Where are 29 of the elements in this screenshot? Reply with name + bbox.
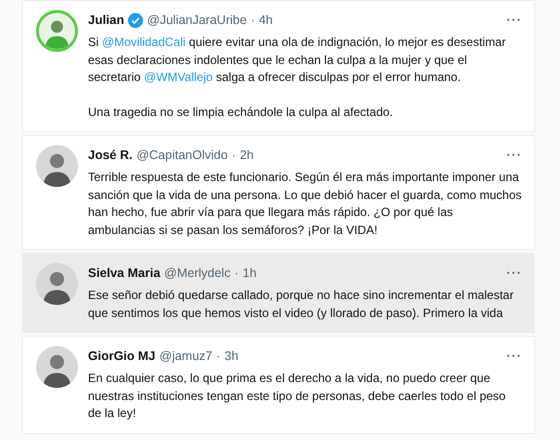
tweet-text: Terrible respuesta de este funcionario. Según él era más importante imponer una sanción que la vida de una persona. Lo que debió hacer el guarda, como muchos han hecho, fue abrir vía para que llegara más rápido. ¿O por qué las ambulancias si se pasan los semáforos? ¡Por la VIDA! xyxy=(88,169,522,238)
tweet-text: Una tragedia no se limpia echándole la culpa al afectado. xyxy=(88,104,394,120)
tweet-time[interactable]: 3h xyxy=(224,349,238,363)
separator-dot: · xyxy=(216,349,221,363)
more-button[interactable]: ··· xyxy=(506,148,522,162)
more-button[interactable]: ··· xyxy=(506,349,522,363)
user-handle[interactable]: @jamuz7 xyxy=(159,349,212,363)
avatar-icon[interactable] xyxy=(36,145,78,187)
tweet-time[interactable]: 4h xyxy=(258,13,273,27)
user-name[interactable]: Sielva Maria xyxy=(88,266,160,280)
avatar-icon[interactable] xyxy=(36,10,78,52)
user-name[interactable]: José R. xyxy=(88,148,132,162)
user-name[interactable]: Julian xyxy=(88,13,124,27)
tweet-text: En cualquier caso, lo que prima es el derecho a la vida, no puedo creer que nuestras instituciones tengan este tipo de personas, debe caerles todo el peso de la ley! xyxy=(88,370,507,422)
tweet-time[interactable]: 1h xyxy=(242,266,257,280)
more-button[interactable]: ··· xyxy=(506,266,522,280)
tweet-time[interactable]: 2h xyxy=(240,148,254,162)
tweet-text: Si @MovilidadCali quiere evitar una ola de indignación, lo mejor es desestimar esas declaraciones indolentes que le echan la culpa a la mujer y que el secretario @WMVallejo salga a ofrecer disculpas por el error humano. xyxy=(88,34,507,86)
user-handle[interactable]: @JulianJaraUribe xyxy=(147,13,247,27)
avatar-icon[interactable] xyxy=(36,263,78,305)
user-name[interactable]: GiorGio MJ xyxy=(88,349,156,363)
separator-dot: · xyxy=(232,148,236,162)
avatar-icon[interactable] xyxy=(36,346,78,388)
more-button[interactable]: ··· xyxy=(506,13,522,27)
separator-dot: · xyxy=(234,266,239,280)
user-handle[interactable]: @Merlydelc xyxy=(164,266,230,280)
tweet-text: Ese señor debió quedarse callado, porque no hace sino incrementar el malestar que sentimos los que hemos visto el video (y llorado de paso). Primero la vida xyxy=(88,287,515,322)
user-handle[interactable]: @CapitanOlvido xyxy=(136,148,228,162)
separator-dot: · xyxy=(250,13,255,27)
